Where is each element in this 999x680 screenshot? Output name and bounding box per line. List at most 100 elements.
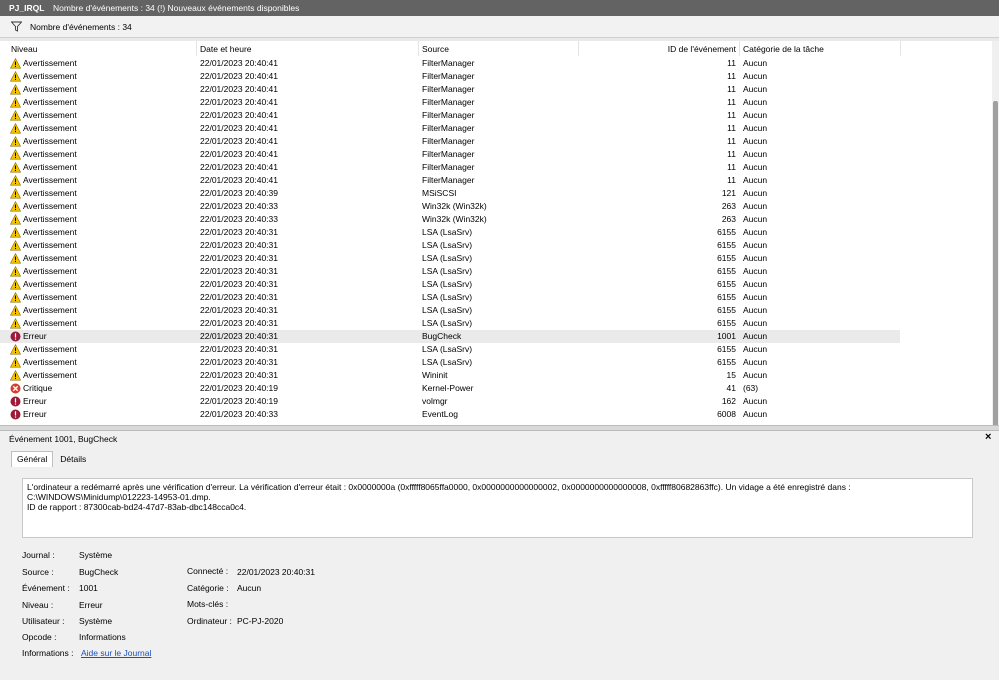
description-text: L'ordinateur a redémarré après une vérif… — [27, 482, 851, 502]
utilisateur-label: Utilisateur : — [22, 616, 65, 626]
table-row[interactable]: Avertissement 22/01/2023 20:40:31 LSA (Lsa… — [0, 278, 900, 291]
warning-icon — [9, 317, 22, 329]
cell-niveau: Erreur — [23, 396, 47, 406]
connecte-label: Connecté : — [187, 566, 229, 576]
critical-icon — [10, 383, 21, 394]
table-row[interactable]: Erreur 22/01/2023 20:40:31 BugCheck 1001 Auc… — [0, 330, 900, 343]
cell-niveau: Erreur — [23, 331, 47, 341]
event-count-notice[interactable]: Nombre d'événements : 34 (!) Nouveaux év… — [53, 3, 299, 13]
cell-date: 22/01/2023 20:40:31 — [200, 266, 278, 276]
cell-niveau: Avertissement — [23, 123, 77, 133]
help-link[interactable]: Aide sur le Journal — [81, 648, 151, 658]
table-row[interactable]: Avertissement 22/01/2023 20:40:41 FilterMa… — [0, 135, 900, 148]
table-row[interactable]: Avertissement 22/01/2023 20:40:31 LSA (Lsa… — [0, 226, 900, 239]
cell-categorie: Aucun — [743, 175, 768, 185]
cell-date: 22/01/2023 20:40:31 — [200, 305, 278, 315]
table-row[interactable]: Avertissement 22/01/2023 20:40:33 Win32k (… — [0, 213, 900, 226]
cell-niveau: Avertissement — [23, 370, 77, 380]
table-row[interactable]: Avertissement 22/01/2023 20:40:39 MSiSCSI 1… — [0, 187, 900, 200]
vertical-scrollbar[interactable] — [992, 41, 999, 456]
cell-event-id: 121 — [721, 188, 736, 198]
warning-icon — [9, 226, 22, 238]
table-row[interactable]: Erreur 22/01/2023 20:40:33 EventLog 6008 Auc… — [0, 408, 900, 421]
cell-event-id: 6155 — [717, 240, 736, 250]
column-divider[interactable] — [196, 41, 197, 56]
table-row[interactable]: Avertissement 22/01/2023 20:40:33 Win32k (… — [0, 200, 900, 213]
column-header-date[interactable]: Date et heure — [200, 44, 252, 54]
warning-icon — [9, 174, 22, 186]
column-divider[interactable] — [418, 41, 419, 56]
close-icon[interactable]: × — [985, 431, 991, 443]
column-divider[interactable] — [739, 41, 740, 56]
cell-niveau: Avertissement — [23, 227, 77, 237]
table-row[interactable]: Avertissement 22/01/2023 20:40:31 Wininit 1… — [0, 369, 900, 382]
table-row[interactable]: Avertissement 22/01/2023 20:40:41 FilterMa… — [0, 57, 900, 70]
cell-date: 22/01/2023 20:40:41 — [200, 58, 278, 68]
evenement-value: 1001 — [79, 583, 98, 593]
table-row[interactable]: Avertissement 22/01/2023 20:40:31 LSA (Lsa… — [0, 252, 900, 265]
cell-source: EventLog — [422, 409, 458, 419]
table-row[interactable]: Avertissement 22/01/2023 20:40:31 LSA (Lsa… — [0, 356, 900, 369]
tab-general[interactable]: Général — [11, 451, 54, 467]
table-row[interactable]: Avertissement 22/01/2023 20:40:41 FilterMa… — [0, 83, 900, 96]
cell-niveau: Avertissement — [23, 201, 77, 211]
journal-value: Système — [79, 550, 113, 560]
motscles-label: Mots-clés : — [187, 599, 229, 609]
table-row[interactable]: Erreur 22/01/2023 20:40:19 volmgr 162 Aucun — [0, 395, 900, 408]
filter-icon[interactable] — [10, 21, 22, 33]
cell-categorie: Aucun — [743, 123, 768, 133]
table-row[interactable]: Avertissement 22/01/2023 20:40:31 LSA (Lsa… — [0, 343, 900, 356]
column-header-id[interactable]: ID de l'événement — [578, 44, 736, 54]
cell-date: 22/01/2023 20:40:33 — [200, 214, 278, 224]
event-detail-pane: Événement 1001, BugCheck × Général Détai… — [0, 431, 999, 680]
event-description[interactable]: L'ordinateur a redémarré après une vérif… — [22, 478, 973, 538]
table-row[interactable]: Avertissement 22/01/2023 20:40:41 FilterMa… — [0, 96, 900, 109]
cell-categorie: Aucun — [743, 149, 768, 159]
event-rows: Avertissement 22/01/2023 20:40:41 FilterMa… — [0, 57, 990, 421]
column-divider[interactable] — [900, 41, 901, 56]
table-row[interactable]: Avertissement 22/01/2023 20:40:41 FilterMa… — [0, 148, 900, 161]
event-list: Niveau Date et heure Source ID de l'évén… — [0, 41, 999, 456]
cell-source: LSA (LsaSrv) — [422, 357, 473, 367]
table-row[interactable]: Avertissement 22/01/2023 20:40:31 LSA (Lsa… — [0, 239, 900, 252]
table-row[interactable]: Avertissement 22/01/2023 20:40:31 LSA (Lsa… — [0, 317, 900, 330]
warning-icon — [9, 187, 22, 199]
column-header-categorie[interactable]: Catégorie de la tâche — [743, 44, 824, 54]
cell-date: 22/01/2023 20:40:19 — [200, 383, 278, 393]
filter-bar: Nombre d'événements : 34 — [0, 16, 999, 38]
tab-details[interactable]: Détails — [54, 451, 93, 467]
cell-event-id: 6155 — [717, 227, 736, 237]
cell-niveau: Avertissement — [23, 344, 77, 354]
table-row[interactable]: Avertissement 22/01/2023 20:40:31 LSA (Lsa… — [0, 304, 900, 317]
cell-source: Wininit — [422, 370, 448, 380]
cell-event-id: 11 — [727, 71, 736, 81]
cell-categorie: Aucun — [743, 396, 768, 406]
warning-icon — [9, 200, 22, 212]
column-header-source[interactable]: Source — [422, 44, 449, 54]
table-row[interactable]: Avertissement 22/01/2023 20:40:41 FilterMa… — [0, 70, 900, 83]
table-row[interactable]: Avertissement 22/01/2023 20:40:41 FilterMa… — [0, 122, 900, 135]
scrollbar-thumb[interactable] — [993, 101, 998, 456]
table-row[interactable]: Avertissement 22/01/2023 20:40:31 LSA (Lsa… — [0, 265, 900, 278]
cell-event-id: 41 — [726, 383, 736, 393]
cell-niveau: Avertissement — [23, 149, 77, 159]
cell-source: LSA (LsaSrv) — [422, 344, 473, 354]
cell-event-id: 11 — [727, 162, 736, 172]
cell-event-id: 6155 — [717, 292, 736, 302]
log-name: PJ_IRQL — [9, 3, 45, 13]
cell-date: 22/01/2023 20:40:31 — [200, 240, 278, 250]
cell-source: Kernel-Power — [422, 383, 474, 393]
cell-categorie: Aucun — [743, 305, 768, 315]
cell-event-id: 6008 — [717, 409, 736, 419]
report-id-text: ID de rapport : 87300cab-bd24-47d7-83ab-… — [27, 502, 247, 512]
cell-niveau: Avertissement — [23, 162, 77, 172]
table-row[interactable]: Avertissement 22/01/2023 20:40:41 FilterMa… — [0, 174, 900, 187]
table-row[interactable]: Avertissement 22/01/2023 20:40:41 FilterMa… — [0, 161, 900, 174]
table-row[interactable]: Avertissement 22/01/2023 20:40:41 FilterMa… — [0, 109, 900, 122]
cell-niveau: Avertissement — [23, 58, 77, 68]
table-row[interactable]: Avertissement 22/01/2023 20:40:31 LSA (Lsa… — [0, 291, 900, 304]
column-header-niveau[interactable]: Niveau — [11, 44, 37, 54]
table-row[interactable]: Critique 22/01/2023 20:40:19 Kernel-Power 4… — [0, 382, 900, 395]
cell-categorie: (63) — [743, 383, 759, 393]
ordinateur-label: Ordinateur : — [187, 616, 232, 626]
